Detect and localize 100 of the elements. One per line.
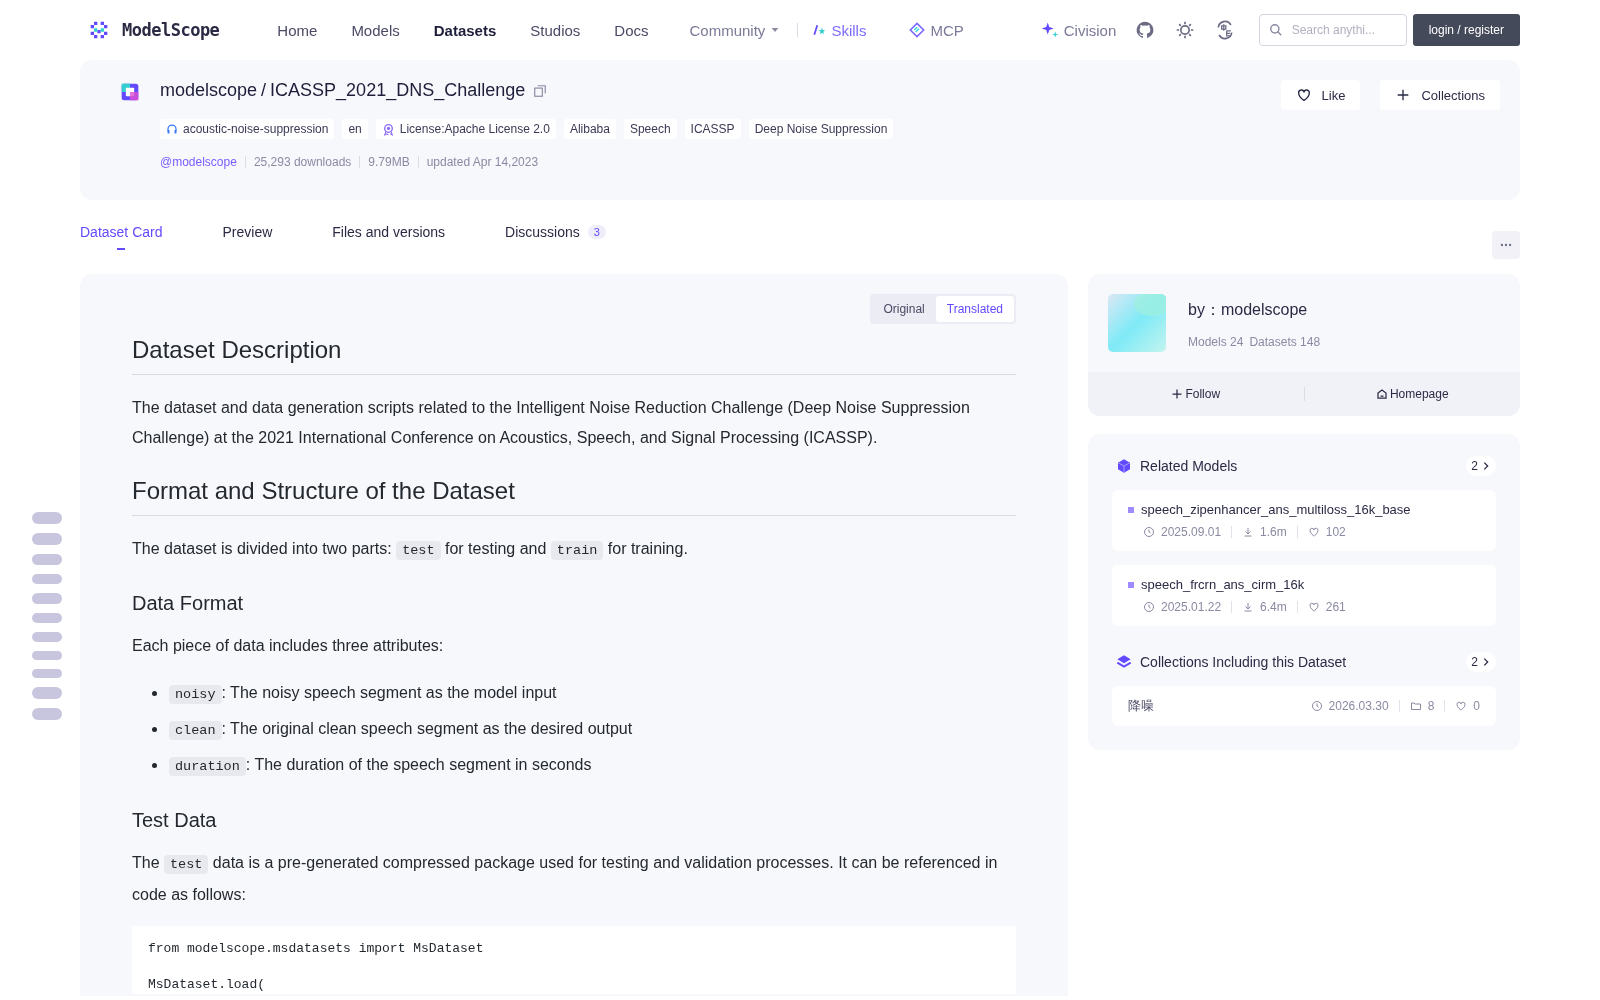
tag[interactable]: en xyxy=(342,119,368,139)
tag[interactable]: Speech xyxy=(623,119,677,139)
nav-link[interactable]: Skills xyxy=(798,21,893,39)
owner-link[interactable]: modelscope xyxy=(160,80,258,101)
heart-icon xyxy=(1455,700,1468,712)
copy-icon[interactable] xyxy=(533,83,548,98)
clock-icon xyxy=(1143,601,1155,613)
sparkle-icon xyxy=(1040,21,1059,39)
tag[interactable]: Deep Noise Suppression xyxy=(748,119,894,139)
stat-value: 261 xyxy=(1325,600,1346,614)
chevron-icon xyxy=(1481,461,1491,471)
collection-card[interactable]: 降噪 2026.03.30 8 0 xyxy=(1112,686,1496,726)
outline-bar[interactable] xyxy=(32,512,62,524)
login-button[interactable]: login / register xyxy=(1412,14,1520,46)
subsection-heading: Test Data xyxy=(132,809,218,832)
outline-bar[interactable] xyxy=(32,708,62,720)
download-icon xyxy=(1242,526,1255,538)
nav-link[interactable]: Docs xyxy=(597,21,666,39)
nav-link[interactable]: MCP xyxy=(892,21,1024,39)
list-item: duration : The duration of the speech segment in seconds xyxy=(169,756,592,774)
clock-icon xyxy=(1143,526,1155,538)
toggle-option[interactable]: Original xyxy=(872,296,936,322)
chevron-icon xyxy=(1481,657,1491,667)
badge-icon xyxy=(381,122,395,136)
theme-icon[interactable] xyxy=(1174,20,1195,40)
model-name: speech_frcrn_ans_cirm_16k xyxy=(1141,577,1305,592)
model-card[interactable]: speech_zipenhancer_ans_multiloss_16k_base 2025.09.01 1.6m 102 xyxy=(1112,490,1496,551)
cube-icon xyxy=(1116,458,1132,474)
paragraph: The dataset is divided into two parts: test for testing and train for training. xyxy=(132,539,689,562)
heart-icon xyxy=(1307,601,1320,613)
dataset-stat: 25,293 downloads xyxy=(253,155,352,169)
outline-bar[interactable] xyxy=(32,554,62,565)
stat-value: 102 xyxy=(1325,525,1346,539)
search-field[interactable]: Search anythi... xyxy=(1258,14,1407,46)
bullet-icon xyxy=(152,690,157,696)
subsection-heading: Data Format xyxy=(132,592,245,615)
outline-bar[interactable] xyxy=(32,613,62,623)
homepage-button[interactable]: Homepage xyxy=(1304,386,1520,402)
model-card[interactable]: speech_frcrn_ans_cirm_16k 2025.01.22 6.4m 261 xyxy=(1112,565,1496,626)
dataset-stat: updated Apr 14,2023 xyxy=(426,155,539,169)
count-button[interactable]: 2 xyxy=(1466,652,1496,672)
title-separator: / xyxy=(261,80,267,101)
collections-button[interactable]: Collections xyxy=(1380,80,1500,110)
paragraph: The dataset and data generation scripts related to the Intelligent Noise Reduction Challenge (Deep Noise Suppression Challenge) at the 2021 International Conference on Acoustics, Speech, and Signal Processing (ICASSP). xyxy=(132,398,971,448)
stat-value: 2025.01.22 xyxy=(1161,600,1222,614)
model-icon xyxy=(1128,581,1134,588)
diamond-icon xyxy=(909,22,926,38)
more-button[interactable] xyxy=(1492,231,1520,259)
code-line: MsDataset.load( xyxy=(148,976,267,994)
stat-value: 0 xyxy=(1473,699,1480,713)
section-heading: Format and Structure of the Dataset xyxy=(132,477,1016,516)
tab[interactable]: Files and versions xyxy=(332,226,446,250)
stat-value: 1.6m xyxy=(1260,525,1287,539)
collection-name: 降噪 xyxy=(1128,697,1154,715)
modelscope-logo[interactable]: ModelScope xyxy=(80,20,220,40)
headphones-icon xyxy=(166,123,178,135)
follow-button[interactable]: Follow xyxy=(1088,386,1304,402)
github-icon[interactable] xyxy=(1134,20,1155,40)
layers-icon xyxy=(1116,654,1132,670)
dataset-icon xyxy=(120,82,140,102)
tab[interactable]: Dataset Card xyxy=(80,226,163,250)
tab[interactable]: Discussions 3 xyxy=(505,226,606,250)
plus-icon xyxy=(1171,388,1184,400)
toggle-option[interactable]: Translated xyxy=(935,296,1014,322)
nav-link[interactable]: Civision xyxy=(1023,21,1134,39)
bullet-icon xyxy=(152,726,157,732)
heart-icon xyxy=(1307,526,1320,538)
tag[interactable]: acoustic-noise-suppression xyxy=(160,119,335,139)
paragraph: The test data is a pre-generated compressed package used for testing and validation processes. It can be referenced in code as follows: xyxy=(132,853,999,905)
tab[interactable]: Preview xyxy=(222,226,273,250)
author-link[interactable]: @modelscope xyxy=(160,155,237,169)
dataset-stat: 9.79MB xyxy=(368,155,410,169)
clock-icon xyxy=(1310,700,1323,712)
nav-link[interactable]: Home xyxy=(267,21,335,39)
count-button[interactable]: 2 xyxy=(1466,456,1496,476)
outline-bar[interactable] xyxy=(32,574,62,584)
nav-link[interactable]: Models xyxy=(334,21,417,39)
stat-value: 2025.09.01 xyxy=(1161,525,1222,539)
tag[interactable]: ICASSP xyxy=(684,119,741,139)
tag[interactable]: License:Apache License 2.0 xyxy=(375,119,556,139)
outline-bar[interactable] xyxy=(32,533,62,545)
author-name: by：modelscope xyxy=(1188,300,1309,320)
search-icon xyxy=(1268,23,1283,37)
author-stat: Datasets 148 xyxy=(1249,335,1321,349)
download-icon xyxy=(1242,601,1255,613)
tag[interactable]: Alibaba xyxy=(563,119,616,139)
author-stat: Models 24 xyxy=(1188,335,1244,349)
nav-link[interactable]: Community xyxy=(665,21,798,39)
heart-icon xyxy=(1295,87,1312,103)
like-button[interactable]: Like xyxy=(1280,80,1361,110)
stat-value: 8 xyxy=(1427,699,1435,713)
dataset-name: ICASSP_2021_DNS_Challenge xyxy=(270,80,526,101)
nav-link[interactable]: Datasets xyxy=(416,21,514,39)
outline-bar[interactable] xyxy=(32,651,62,660)
nav-link[interactable]: Studios xyxy=(513,21,598,39)
outline-bar[interactable] xyxy=(32,632,62,642)
outline-bar[interactable] xyxy=(32,593,62,604)
folder-icon xyxy=(1409,700,1422,712)
outline-bar[interactable] xyxy=(32,669,62,678)
outline-bar[interactable] xyxy=(32,687,62,699)
